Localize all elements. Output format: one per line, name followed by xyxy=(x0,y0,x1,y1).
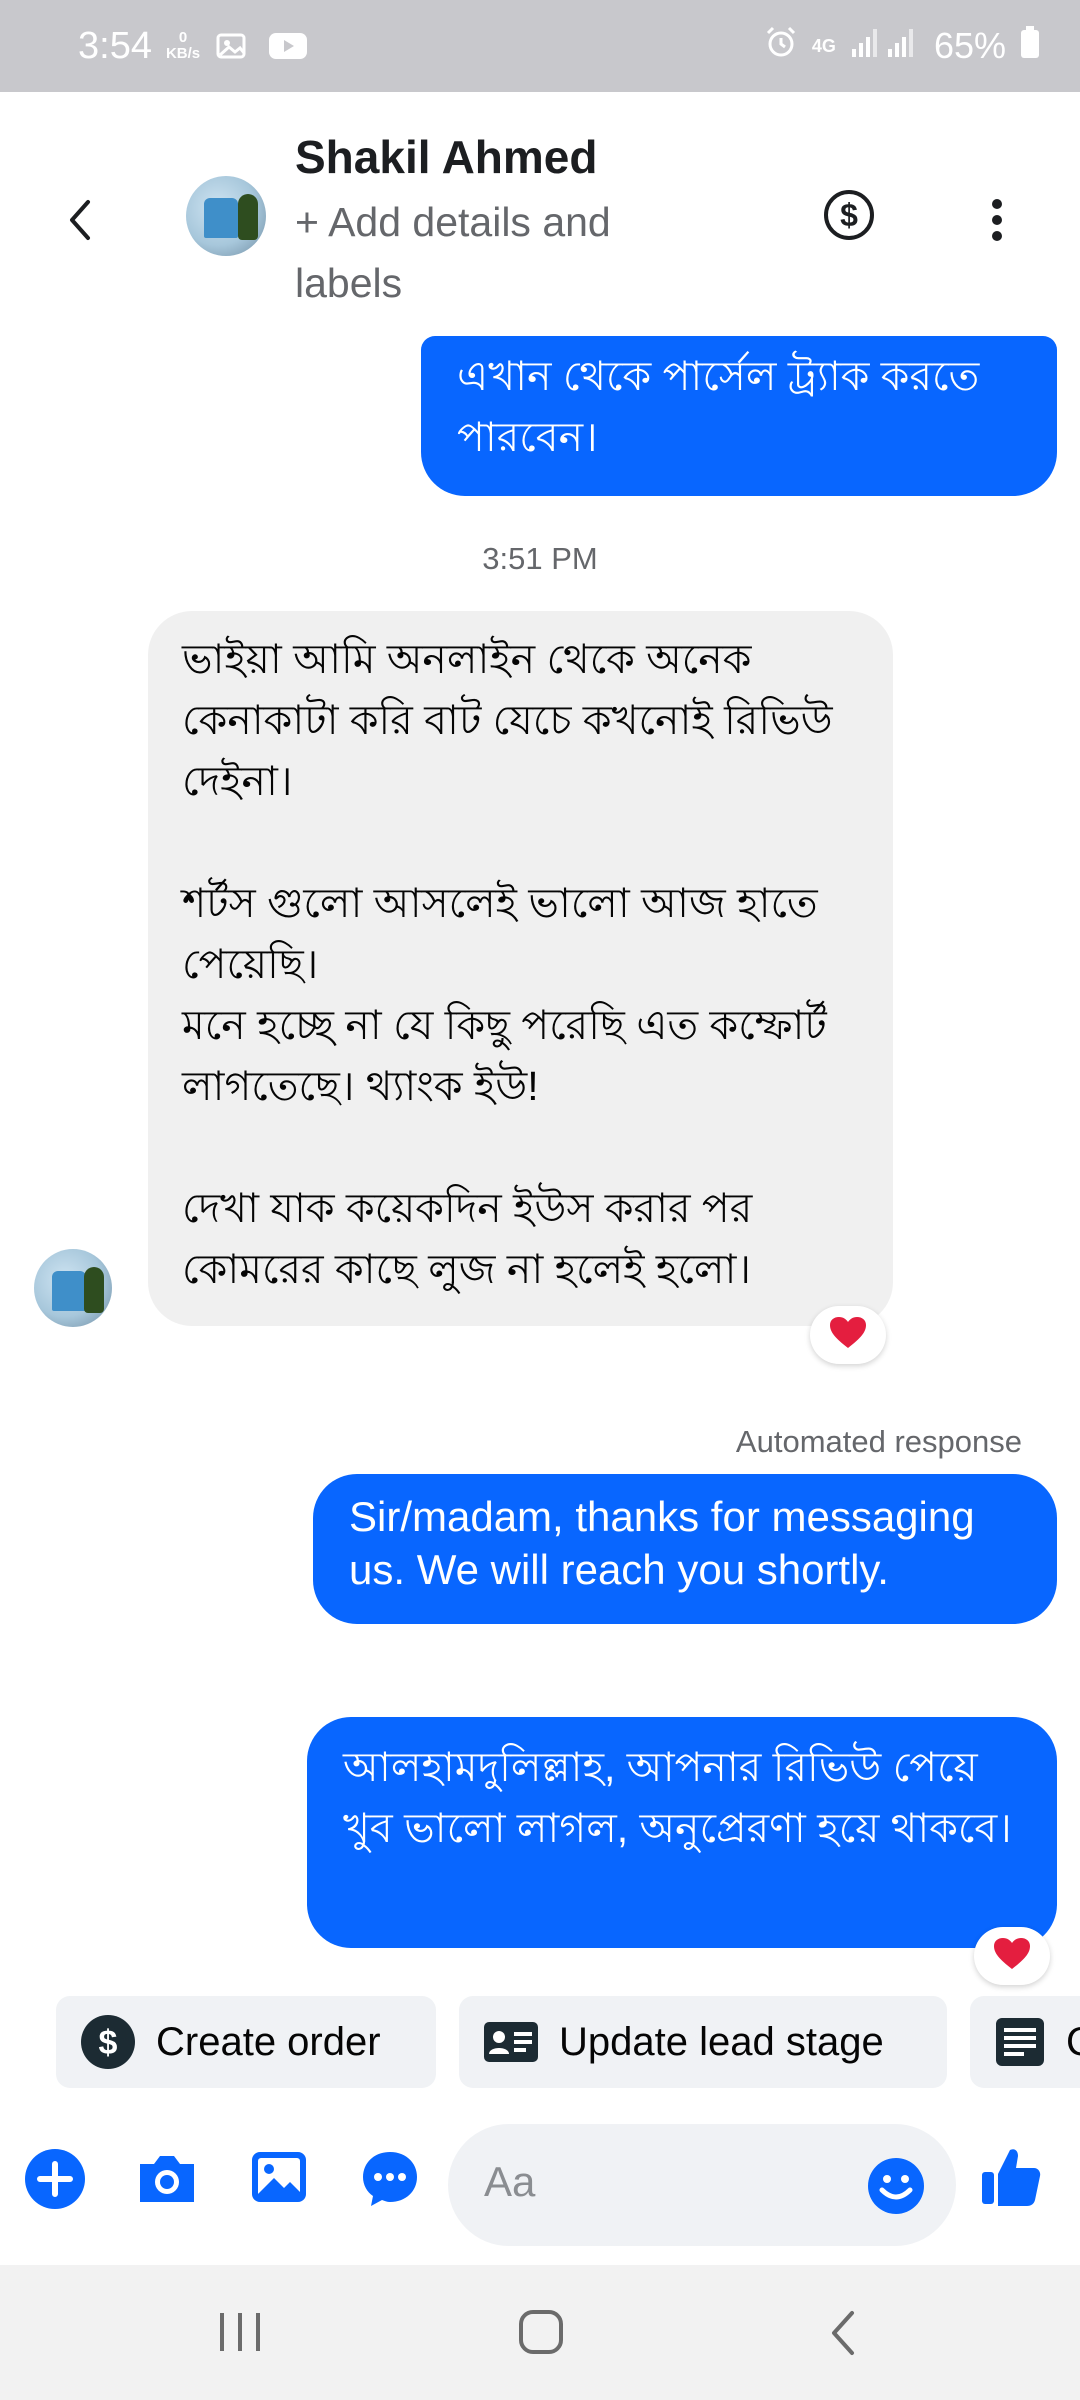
outgoing-message[interactable]: এখান থেকে পার্সেল ট্র্যাক করতে পারবেন। xyxy=(421,336,1057,496)
home-icon[interactable] xyxy=(518,2309,564,2360)
svg-text:$: $ xyxy=(99,2024,118,2062)
gallery-icon[interactable] xyxy=(250,2148,308,2211)
dollar-circle-icon: $ xyxy=(80,2014,136,2070)
contact-card-icon xyxy=(483,2020,539,2064)
message-input[interactable]: Aa xyxy=(448,2124,956,2246)
alarm-icon xyxy=(764,25,798,68)
contact-avatar[interactable] xyxy=(186,176,266,256)
quick-actions-bar: $ Create order Update lead stage C xyxy=(0,1996,1080,2090)
camera-icon[interactable] xyxy=(134,2148,200,2215)
more-action-button[interactable]: C xyxy=(970,1996,1080,2088)
outgoing-message[interactable]: Sir/madam, thanks for messaging us. We w… xyxy=(313,1474,1057,1624)
chat-header: Shakil Ahmed + Add details and labels $ xyxy=(0,92,1080,306)
status-right-group: 4G 65% xyxy=(764,25,1040,68)
update-lead-stage-button[interactable]: Update lead stage xyxy=(459,1996,947,2088)
contact-name[interactable]: Shakil Ahmed xyxy=(295,130,597,184)
system-nav-bar xyxy=(0,2265,1080,2400)
network-speed-value: 0 xyxy=(178,29,188,46)
chat-bubble-icon[interactable] xyxy=(360,2148,420,2215)
add-details-link[interactable]: + Add details and labels xyxy=(295,192,715,314)
more-vertical-icon[interactable] xyxy=(982,190,1012,250)
network-type: 4G xyxy=(811,35,836,56)
update-lead-stage-label: Update lead stage xyxy=(559,2019,884,2064)
network-speed-unit: KB/s xyxy=(165,45,201,62)
network-speed: 0 KB/s xyxy=(166,30,200,62)
plus-icon[interactable] xyxy=(24,2148,86,2215)
status-bar: 3:54 0 KB/s 4G 65% xyxy=(0,0,1080,92)
reaction-heart[interactable] xyxy=(810,1306,886,1364)
message-timestamp: 3:51 PM xyxy=(482,541,598,576)
message-paragraph: শর্টস গুলো আসলেই ভালো আজ হাতে পেয়েছি। ম… xyxy=(182,880,827,1109)
automated-response-label: Automated response xyxy=(735,1424,1022,1459)
create-order-label: Create order xyxy=(156,2019,381,2064)
youtube-notification-icon xyxy=(268,31,308,61)
list-document-icon xyxy=(994,2016,1046,2068)
message-placeholder: Aa xyxy=(484,2158,536,2205)
message-composer: Aa xyxy=(0,2120,1080,2260)
gallery-notification-icon xyxy=(216,31,252,61)
message-paragraph: দেখা যাক কয়েকদিন ইউস করার পর কোমরের কাছ… xyxy=(182,1185,753,1292)
outgoing-message[interactable]: আলহামদুলিল্লাহ, আপনার রিভিউ পেয়ে খুব ভা… xyxy=(307,1717,1057,1948)
dollar-circle-icon[interactable]: $ xyxy=(824,190,874,240)
recents-icon[interactable] xyxy=(216,2311,264,2358)
incoming-message[interactable]: ভাইয়া আমি অনলাইন থেকে অনেক কেনাকাটা করি… xyxy=(148,611,893,1326)
more-action-label: C xyxy=(1066,2020,1080,2065)
battery-icon xyxy=(1020,25,1040,68)
heart-icon xyxy=(829,1316,867,1355)
nav-back-icon[interactable] xyxy=(826,2309,860,2362)
reaction-heart[interactable] xyxy=(974,1927,1050,1985)
signal-icon xyxy=(850,25,920,68)
status-time: 3:54 xyxy=(78,24,152,67)
message-paragraph: ভাইয়া আমি অনলাইন থেকে অনেক কেনাকাটা করি… xyxy=(182,636,833,804)
like-icon[interactable] xyxy=(980,2144,1042,2213)
create-order-button[interactable]: $ Create order xyxy=(56,1996,436,2088)
back-arrow-icon[interactable] xyxy=(60,190,104,250)
heart-icon xyxy=(993,1937,1031,1976)
emoji-icon[interactable] xyxy=(866,2156,926,2221)
battery-percent: 65% xyxy=(933,25,1006,66)
sender-avatar[interactable] xyxy=(34,1249,112,1327)
